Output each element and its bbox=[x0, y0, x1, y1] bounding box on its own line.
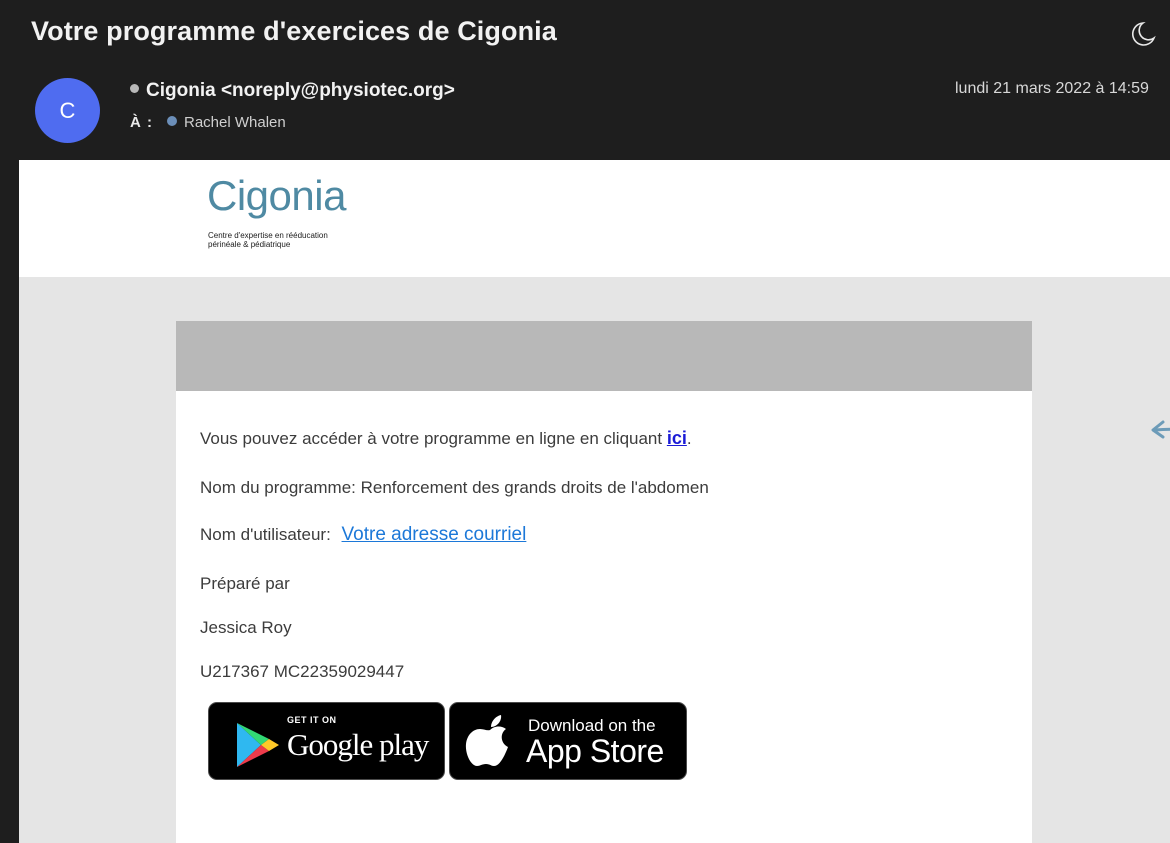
brand-header: Cigonia Centre d'expertise en rééducatio… bbox=[19, 160, 1170, 277]
moon-icon[interactable] bbox=[1130, 20, 1158, 48]
username-label: Nom d'utilisateur: bbox=[200, 525, 336, 544]
unread-dot-icon bbox=[130, 84, 139, 94]
email-subject: Votre programme d'exercices de Cigonia bbox=[31, 16, 557, 46]
recipient-name[interactable]: Rachel Whalen bbox=[184, 114, 286, 131]
recipient-row: À : Rachel Whalen bbox=[130, 114, 286, 131]
preparer-name: Jessica Roy bbox=[200, 618, 292, 637]
tagline-line-2: périnéale & pédiatrique bbox=[208, 240, 291, 249]
access-line: Vous pouvez accéder à votre programme en… bbox=[200, 428, 692, 449]
google-play-label: Google play bbox=[287, 727, 429, 762]
logo-tagline: Centre d'expertise en rééducation périné… bbox=[208, 231, 408, 249]
sender-row[interactable]: Cigonia <noreply@physiotec.org> bbox=[130, 80, 455, 102]
arrow-left-icon bbox=[1151, 420, 1170, 439]
google-play-small-text: GET IT ON bbox=[287, 715, 337, 725]
contact-dot-icon bbox=[167, 116, 177, 127]
card-header-band bbox=[176, 321, 1032, 391]
sender-avatar: C bbox=[35, 78, 100, 143]
app-store-badge[interactable]: Download on the App Store bbox=[449, 702, 687, 780]
email-date: lundi 21 mars 2022 à 14:59 bbox=[955, 80, 1149, 97]
program-link[interactable]: ici bbox=[667, 428, 687, 448]
to-label: À : bbox=[130, 114, 153, 131]
content-card: Vous pouvez accéder à votre programme en… bbox=[176, 321, 1032, 843]
apple-icon bbox=[465, 715, 508, 766]
app-store-label: App Store bbox=[526, 733, 664, 769]
sender-address[interactable]: Cigonia <noreply@physiotec.org> bbox=[146, 80, 455, 101]
program-name: Nom du programme: Renforcement des grand… bbox=[200, 478, 709, 497]
google-play-badge[interactable]: GET IT ON Google play bbox=[208, 702, 445, 780]
google-play-icon bbox=[237, 723, 279, 767]
access-end: . bbox=[686, 429, 692, 448]
username-line: Nom d'utilisateur: Votre adresse courrie… bbox=[200, 524, 526, 546]
prepared-by-label: Préparé par bbox=[200, 574, 290, 593]
email-body: Cigonia Centre d'expertise en rééducatio… bbox=[19, 160, 1170, 843]
reference-codes: U217367 MC22359029447 bbox=[200, 662, 405, 681]
cigonia-logo: Cigonia bbox=[207, 172, 346, 219]
access-text: Vous pouvez accéder à votre programme en… bbox=[200, 429, 667, 448]
tagline-line-1: Centre d'expertise en rééducation bbox=[208, 231, 328, 240]
username-link[interactable]: Votre adresse courriel bbox=[342, 524, 527, 545]
